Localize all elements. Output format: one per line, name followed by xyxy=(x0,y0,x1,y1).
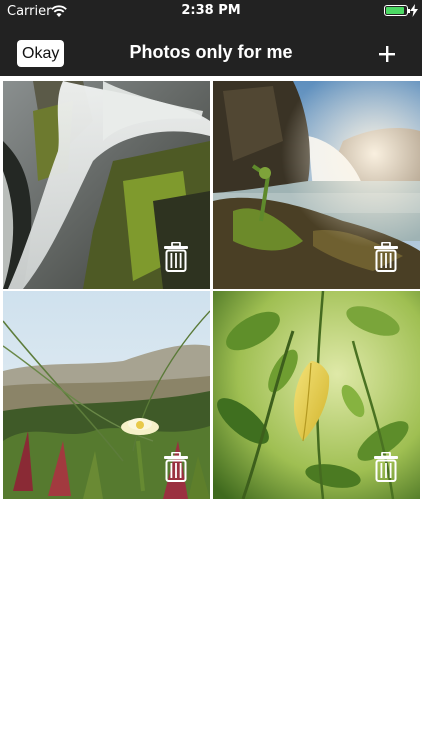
trash-icon[interactable] xyxy=(373,452,399,482)
photo-tile[interactable] xyxy=(3,81,210,289)
battery-level xyxy=(386,7,404,14)
charging-bolt-icon xyxy=(410,4,418,17)
battery-icon xyxy=(384,5,410,16)
photo-tile[interactable] xyxy=(3,291,210,499)
page-title: Photos only for me xyxy=(129,42,293,62)
photo-tile[interactable] xyxy=(213,81,420,289)
plus-icon[interactable] xyxy=(378,45,396,63)
navigation-bar: Okay Photos only for me xyxy=(0,22,422,76)
trash-icon[interactable] xyxy=(163,242,189,272)
photo-tile[interactable] xyxy=(213,291,420,499)
trash-icon[interactable] xyxy=(373,242,399,272)
trash-icon[interactable] xyxy=(163,452,189,482)
status-bar: Carrier 2:38 PM xyxy=(0,0,422,22)
clock: 2:38 PM xyxy=(181,3,241,18)
